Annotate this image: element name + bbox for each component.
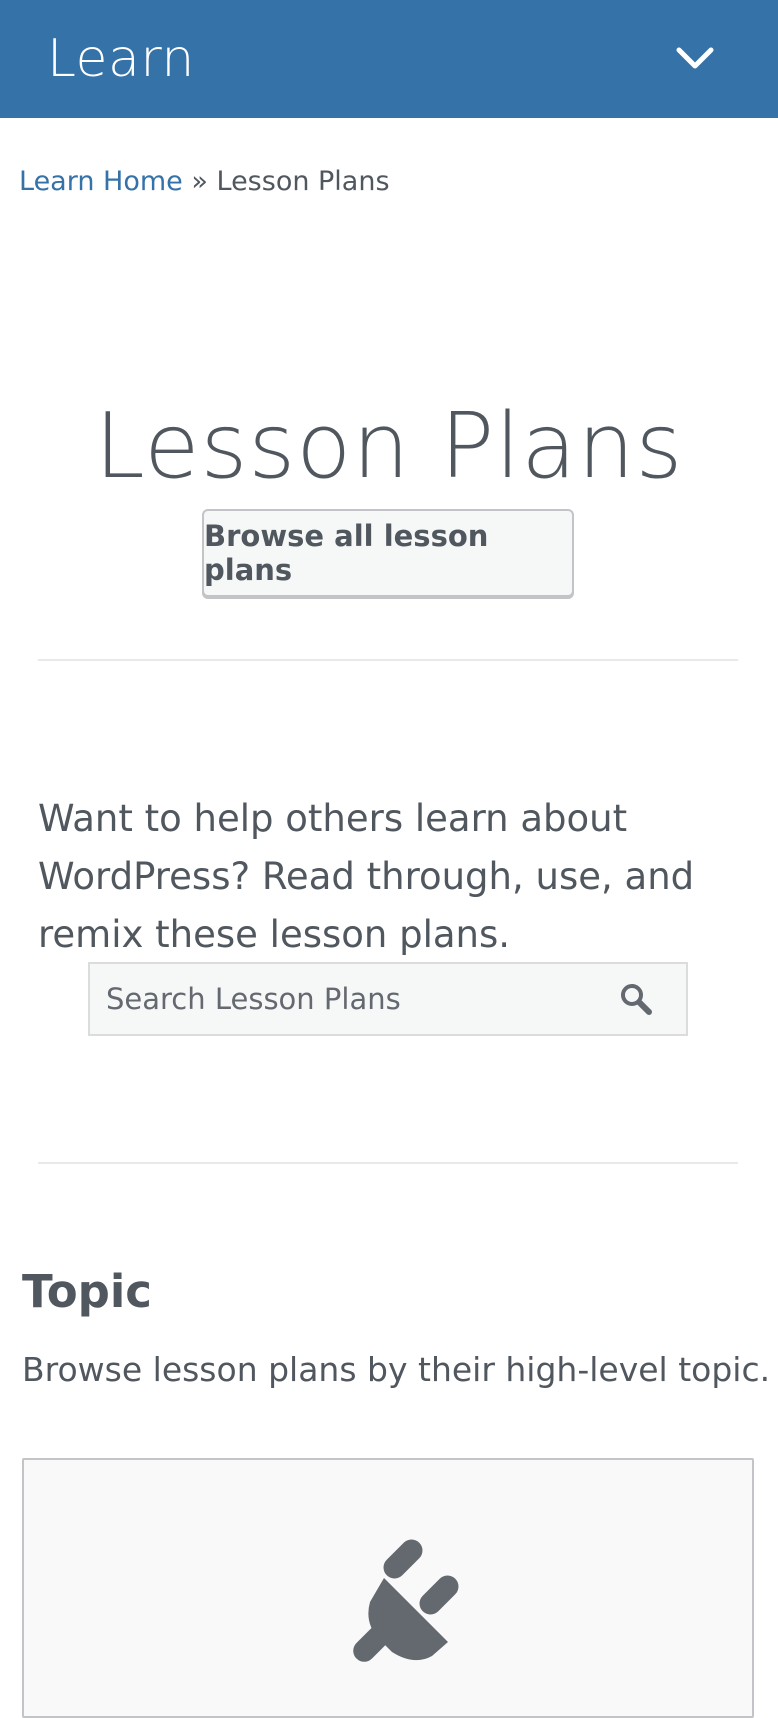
topic-section-description: Browse lesson plans by their high-level …: [22, 1350, 771, 1389]
search-input[interactable]: [90, 964, 586, 1034]
topic-section-title: Topic: [22, 1265, 152, 1318]
site-title[interactable]: Learn: [47, 29, 195, 89]
topic-card[interactable]: [22, 1458, 754, 1718]
search-form: [88, 962, 688, 1036]
breadcrumb-current: Lesson Plans: [216, 166, 390, 197]
search-button[interactable]: [586, 964, 686, 1034]
site-header: Learn: [0, 0, 778, 118]
breadcrumb-home-link[interactable]: Learn Home: [19, 166, 183, 197]
intro-text: Want to help others learn about WordPres…: [38, 797, 695, 956]
page-title: Lesson Plans: [94, 394, 684, 499]
chevron-down-icon: [676, 47, 714, 69]
section-divider: [38, 659, 738, 661]
breadcrumb-separator: »: [191, 166, 208, 197]
browse-all-lesson-plans-button[interactable]: Browse all lesson plans: [202, 509, 574, 597]
plugin-icon: [353, 1539, 459, 1662]
menu-toggle-button[interactable]: [670, 34, 720, 84]
breadcrumb: Learn Home » Lesson Plans: [19, 166, 390, 197]
search-icon: [621, 984, 652, 1015]
section-divider: [38, 1162, 738, 1164]
